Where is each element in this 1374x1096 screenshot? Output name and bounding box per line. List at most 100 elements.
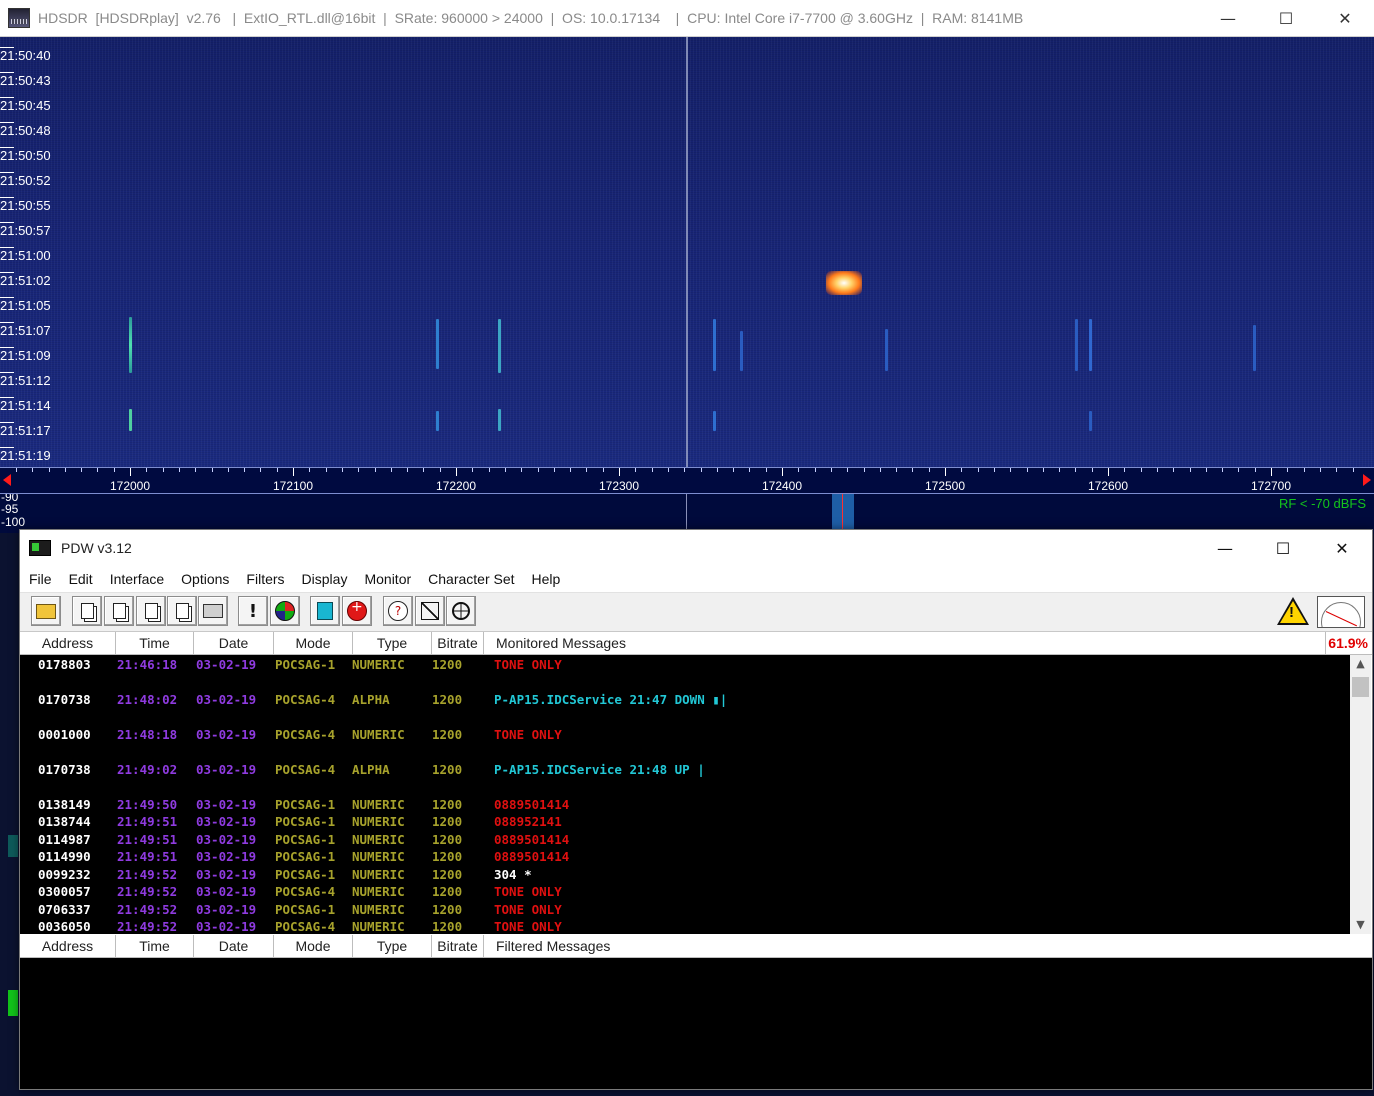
hdsdr-minimize-button[interactable]: — bbox=[1199, 0, 1257, 36]
message-row[interactable]: 0178803 21:46:18 03-02-19 POCSAG-1 NUMERIC 12… bbox=[20, 657, 1350, 674]
waterfall-time-label: 21:51:12 bbox=[0, 372, 51, 388]
message-type: NUMERIC bbox=[352, 814, 405, 829]
message-row[interactable]: 0114987 21:49:51 03-02-19 POCSAG-1 NUMERIC 12… bbox=[20, 832, 1350, 849]
globe-button[interactable] bbox=[270, 596, 300, 626]
menu-edit[interactable]: Edit bbox=[60, 571, 101, 587]
frequency-minor-tick bbox=[32, 468, 34, 472]
message-row[interactable]: 0036050 21:49:52 03-02-19 POCSAG-4 NUMERIC 12… bbox=[20, 919, 1350, 934]
frequency-minor-tick bbox=[830, 468, 832, 472]
message-row[interactable]: 0138744 21:49:51 03-02-19 POCSAG-1 NUMERIC 12… bbox=[20, 814, 1350, 831]
frequency-minor-tick bbox=[1189, 468, 1191, 472]
scroll-left-arrow-icon[interactable] bbox=[3, 474, 11, 486]
spectrum-display[interactable]: -90 -95 -100 RF < -70 dBFS bbox=[0, 493, 1374, 534]
record-button[interactable] bbox=[342, 596, 372, 626]
message-text: 0889501414 bbox=[494, 797, 570, 812]
message-row[interactable]: 0001000 21:48:18 03-02-19 POCSAG-4 NUMERIC 12… bbox=[20, 727, 1350, 744]
pdw-maximize-button[interactable]: ☐ bbox=[1254, 530, 1312, 566]
copy-button[interactable] bbox=[72, 596, 102, 626]
clipboard-button[interactable] bbox=[167, 596, 197, 626]
menu-interface[interactable]: Interface bbox=[101, 571, 172, 587]
pdw-menubar: File Edit Interface Options Filters Disp… bbox=[20, 566, 1372, 593]
header-mode[interactable]: Mode bbox=[274, 632, 353, 654]
hdsdr-titlebar: HDSDR [HDSDRplay] v2.76 | ExtIO_RTL.dll@… bbox=[0, 0, 1374, 37]
frequency-minor-tick bbox=[1075, 468, 1077, 472]
message-text: TONE ONLY bbox=[494, 919, 562, 934]
frequency-label: 172000 bbox=[109, 479, 151, 493]
monitored-messages-pane[interactable]: 0178803 21:46:18 03-02-19 POCSAG-1 NUMERIC 12… bbox=[20, 655, 1350, 934]
alert-button[interactable]: ! bbox=[238, 596, 268, 626]
help-button[interactable]: ? bbox=[383, 596, 413, 626]
filtered-messages-pane[interactable] bbox=[20, 958, 1372, 1089]
clear-button[interactable] bbox=[415, 596, 445, 626]
message-text: TONE ONLY bbox=[494, 657, 562, 672]
message-address: 0099232 bbox=[38, 867, 91, 882]
hdsdr-side-meter bbox=[8, 990, 18, 1016]
menu-file[interactable]: File bbox=[20, 571, 60, 587]
hdsdr-maximize-button[interactable]: ☐ bbox=[1257, 0, 1315, 36]
waterfall-time-label: 21:50:40 bbox=[0, 47, 51, 63]
message-row[interactable]: 0138149 21:49:50 03-02-19 POCSAG-1 NUMERIC 12… bbox=[20, 797, 1350, 814]
header-address[interactable]: Address bbox=[20, 632, 116, 654]
message-row[interactable]: 0099232 21:49:52 03-02-19 POCSAG-1 NUMERIC 12… bbox=[20, 867, 1350, 884]
frequency-label: 172600 bbox=[1087, 479, 1129, 493]
header-filtered-messages[interactable]: Filtered Messages bbox=[484, 935, 1372, 957]
message-type: NUMERIC bbox=[352, 849, 405, 864]
filtered-header-bitrate[interactable]: Bitrate bbox=[432, 935, 484, 957]
paste-button[interactable] bbox=[136, 596, 166, 626]
frequency-minor-tick bbox=[928, 468, 930, 472]
frequency-scale[interactable]: 172000 172100 172200 172300 172400 172500 1726… bbox=[0, 467, 1374, 494]
frequency-minor-tick bbox=[1238, 468, 1240, 472]
message-bitrate: 1200 bbox=[432, 657, 463, 672]
frequency-minor-tick bbox=[1254, 468, 1256, 472]
message-row[interactable]: 0170738 21:48:02 03-02-19 POCSAG-4 ALPHA 1200… bbox=[20, 692, 1350, 709]
menu-options[interactable]: Options bbox=[172, 571, 237, 587]
target-button[interactable] bbox=[446, 596, 476, 626]
message-text: TONE ONLY bbox=[494, 902, 562, 917]
menu-character-set[interactable]: Character Set bbox=[419, 571, 522, 587]
filtered-header-mode[interactable]: Mode bbox=[274, 935, 353, 957]
pdw-minimize-button[interactable]: — bbox=[1196, 530, 1254, 566]
paste-icon bbox=[144, 603, 158, 619]
message-row[interactable]: 0300057 21:49:52 03-02-19 POCSAG-4 NUMERIC 12… bbox=[20, 884, 1350, 901]
monitored-scrollbar[interactable]: ▲ ▼ bbox=[1350, 655, 1371, 934]
message-row[interactable]: 0706337 21:49:52 03-02-19 POCSAG-1 NUMERIC 12… bbox=[20, 902, 1350, 919]
warning-mark: ! bbox=[1289, 604, 1294, 621]
filtered-header-type[interactable]: Type bbox=[353, 935, 432, 957]
header-type[interactable]: Type bbox=[353, 632, 432, 654]
filtered-header-time[interactable]: Time bbox=[116, 935, 194, 957]
pdw-close-button[interactable]: ✕ bbox=[1313, 530, 1371, 566]
header-date[interactable]: Date bbox=[194, 632, 274, 654]
menu-help[interactable]: Help bbox=[523, 571, 569, 587]
waterfall-display[interactable]: 21:50:40 21:50:43 21:50:45 21:50:48 21:50:50… bbox=[0, 37, 1374, 467]
calculator-button[interactable] bbox=[310, 596, 340, 626]
frequency-minor-tick bbox=[488, 468, 490, 472]
waterfall-time-label: 21:51:17 bbox=[0, 422, 51, 438]
signal-meter-icon[interactable] bbox=[1317, 596, 1365, 628]
menu-display[interactable]: Display bbox=[293, 571, 356, 587]
header-monitored-messages[interactable]: Monitored Messages bbox=[484, 632, 1372, 654]
print-button[interactable] bbox=[198, 596, 228, 626]
header-bitrate[interactable]: Bitrate bbox=[432, 632, 484, 654]
frequency-minor-tick bbox=[211, 468, 213, 472]
copy-all-button[interactable] bbox=[104, 596, 134, 626]
scroll-right-arrow-icon[interactable] bbox=[1363, 474, 1371, 486]
message-time: 21:49:51 bbox=[117, 814, 178, 829]
message-address: 0114990 bbox=[38, 849, 91, 864]
filtered-header-date[interactable]: Date bbox=[194, 935, 274, 957]
frequency-minor-tick bbox=[896, 468, 898, 472]
message-row[interactable]: 0170738 21:49:02 03-02-19 POCSAG-4 ALPHA 1200… bbox=[20, 762, 1350, 779]
scrollbar-thumb[interactable] bbox=[1352, 677, 1369, 697]
filtered-header-address[interactable]: Address bbox=[20, 935, 116, 957]
scroll-down-icon[interactable]: ▼ bbox=[1350, 916, 1371, 934]
header-time[interactable]: Time bbox=[116, 632, 194, 654]
frequency-minor-tick bbox=[358, 468, 360, 472]
frequency-minor-tick bbox=[244, 468, 246, 472]
hdsdr-app-icon bbox=[8, 8, 30, 28]
message-row[interactable]: 0114990 21:49:51 03-02-19 POCSAG-1 NUMERIC 12… bbox=[20, 849, 1350, 866]
open-folder-button[interactable] bbox=[31, 596, 61, 626]
scroll-up-icon[interactable]: ▲ bbox=[1350, 655, 1371, 673]
spectrum-peak-band bbox=[832, 494, 854, 534]
menu-filters[interactable]: Filters bbox=[237, 571, 292, 587]
menu-monitor[interactable]: Monitor bbox=[355, 571, 419, 587]
hdsdr-close-button[interactable]: ✕ bbox=[1316, 0, 1374, 36]
